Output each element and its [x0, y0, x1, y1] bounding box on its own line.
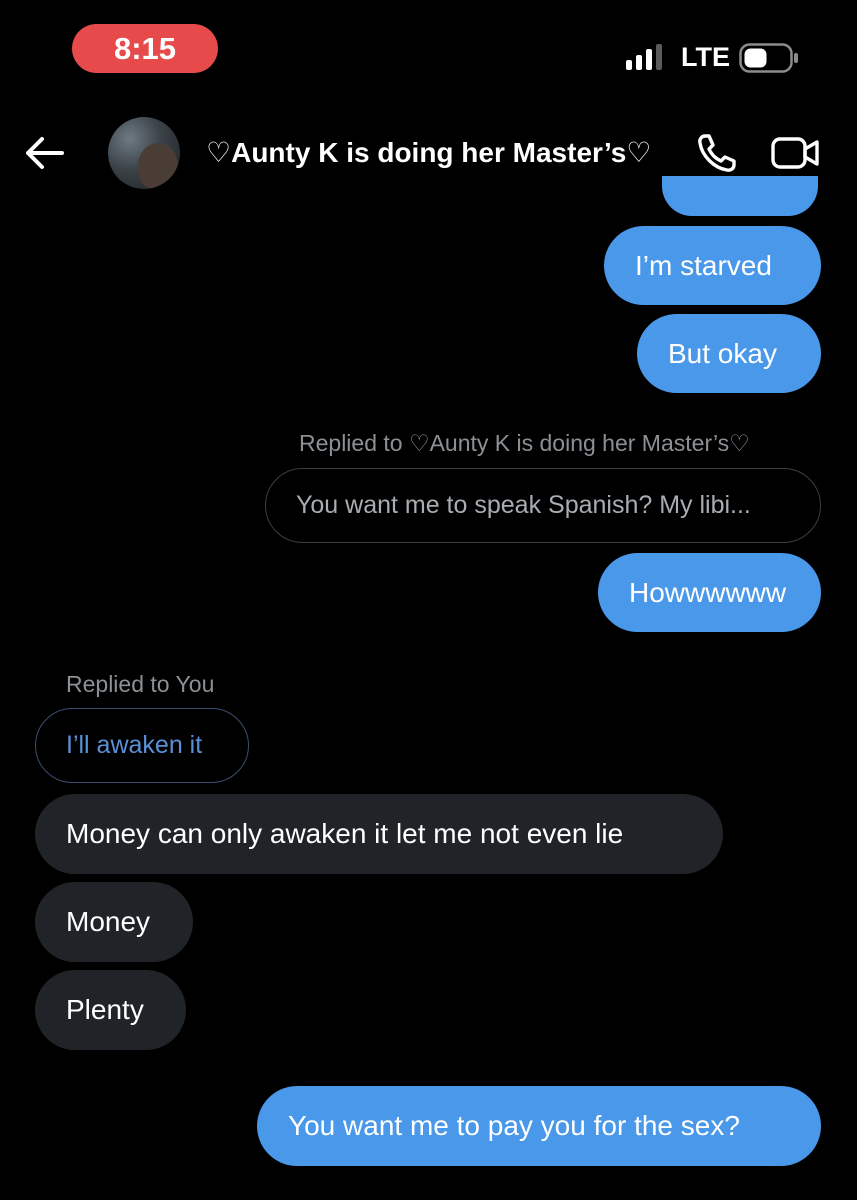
received-message-bubble[interactable]: Money — [35, 882, 193, 962]
partial-sent-message-bubble — [662, 176, 818, 216]
sent-message-bubble[interactable]: Howwwwww — [598, 553, 821, 632]
message-text: I’m starved — [635, 249, 772, 281]
battery-icon — [739, 43, 798, 73]
avatar[interactable] — [108, 117, 180, 189]
network-type-label: LTE — [681, 42, 730, 72]
video-camera-icon[interactable] — [771, 134, 821, 172]
reply-context-label: Replied to You — [66, 671, 215, 697]
conversation-title[interactable]: ♡Aunty K is doing her Master’s♡ — [206, 134, 651, 172]
quoted-message-preview[interactable]: You want me to speak Spanish? My libi... — [265, 468, 821, 543]
sent-message-bubble[interactable]: I’m starved — [604, 226, 821, 305]
avatar-photo-shape — [138, 143, 178, 189]
sent-message-bubble[interactable]: You want me to pay you for the sex? — [257, 1086, 821, 1166]
status-time: 8:15 — [113, 30, 177, 66]
quoted-message-text: I’ll awaken it — [66, 731, 203, 759]
status-time-pill: 8:15 — [72, 24, 218, 73]
back-arrow-icon[interactable] — [22, 131, 66, 175]
message-text: Plenty — [66, 994, 144, 1025]
cellular-signal-icon — [626, 44, 662, 70]
message-text: You want me to pay you for the sex? — [288, 1110, 740, 1141]
message-text: But okay — [668, 337, 777, 369]
received-message-bubble[interactable]: Money can only awaken it let me not even… — [35, 794, 723, 874]
phone-icon[interactable] — [696, 132, 740, 174]
received-message-bubble[interactable]: Plenty — [35, 970, 186, 1050]
reply-context-label: Replied to ♡Aunty K is doing her Master’… — [299, 430, 750, 456]
message-text: Money can only awaken it let me not even… — [66, 818, 624, 849]
message-text: Money — [66, 906, 151, 937]
quoted-message-text: You want me to speak Spanish? My libi... — [296, 491, 751, 519]
quoted-message-preview[interactable]: I’ll awaken it — [35, 708, 249, 783]
sent-message-bubble[interactable]: But okay — [637, 314, 821, 393]
message-text: Howwwwww — [629, 576, 787, 608]
